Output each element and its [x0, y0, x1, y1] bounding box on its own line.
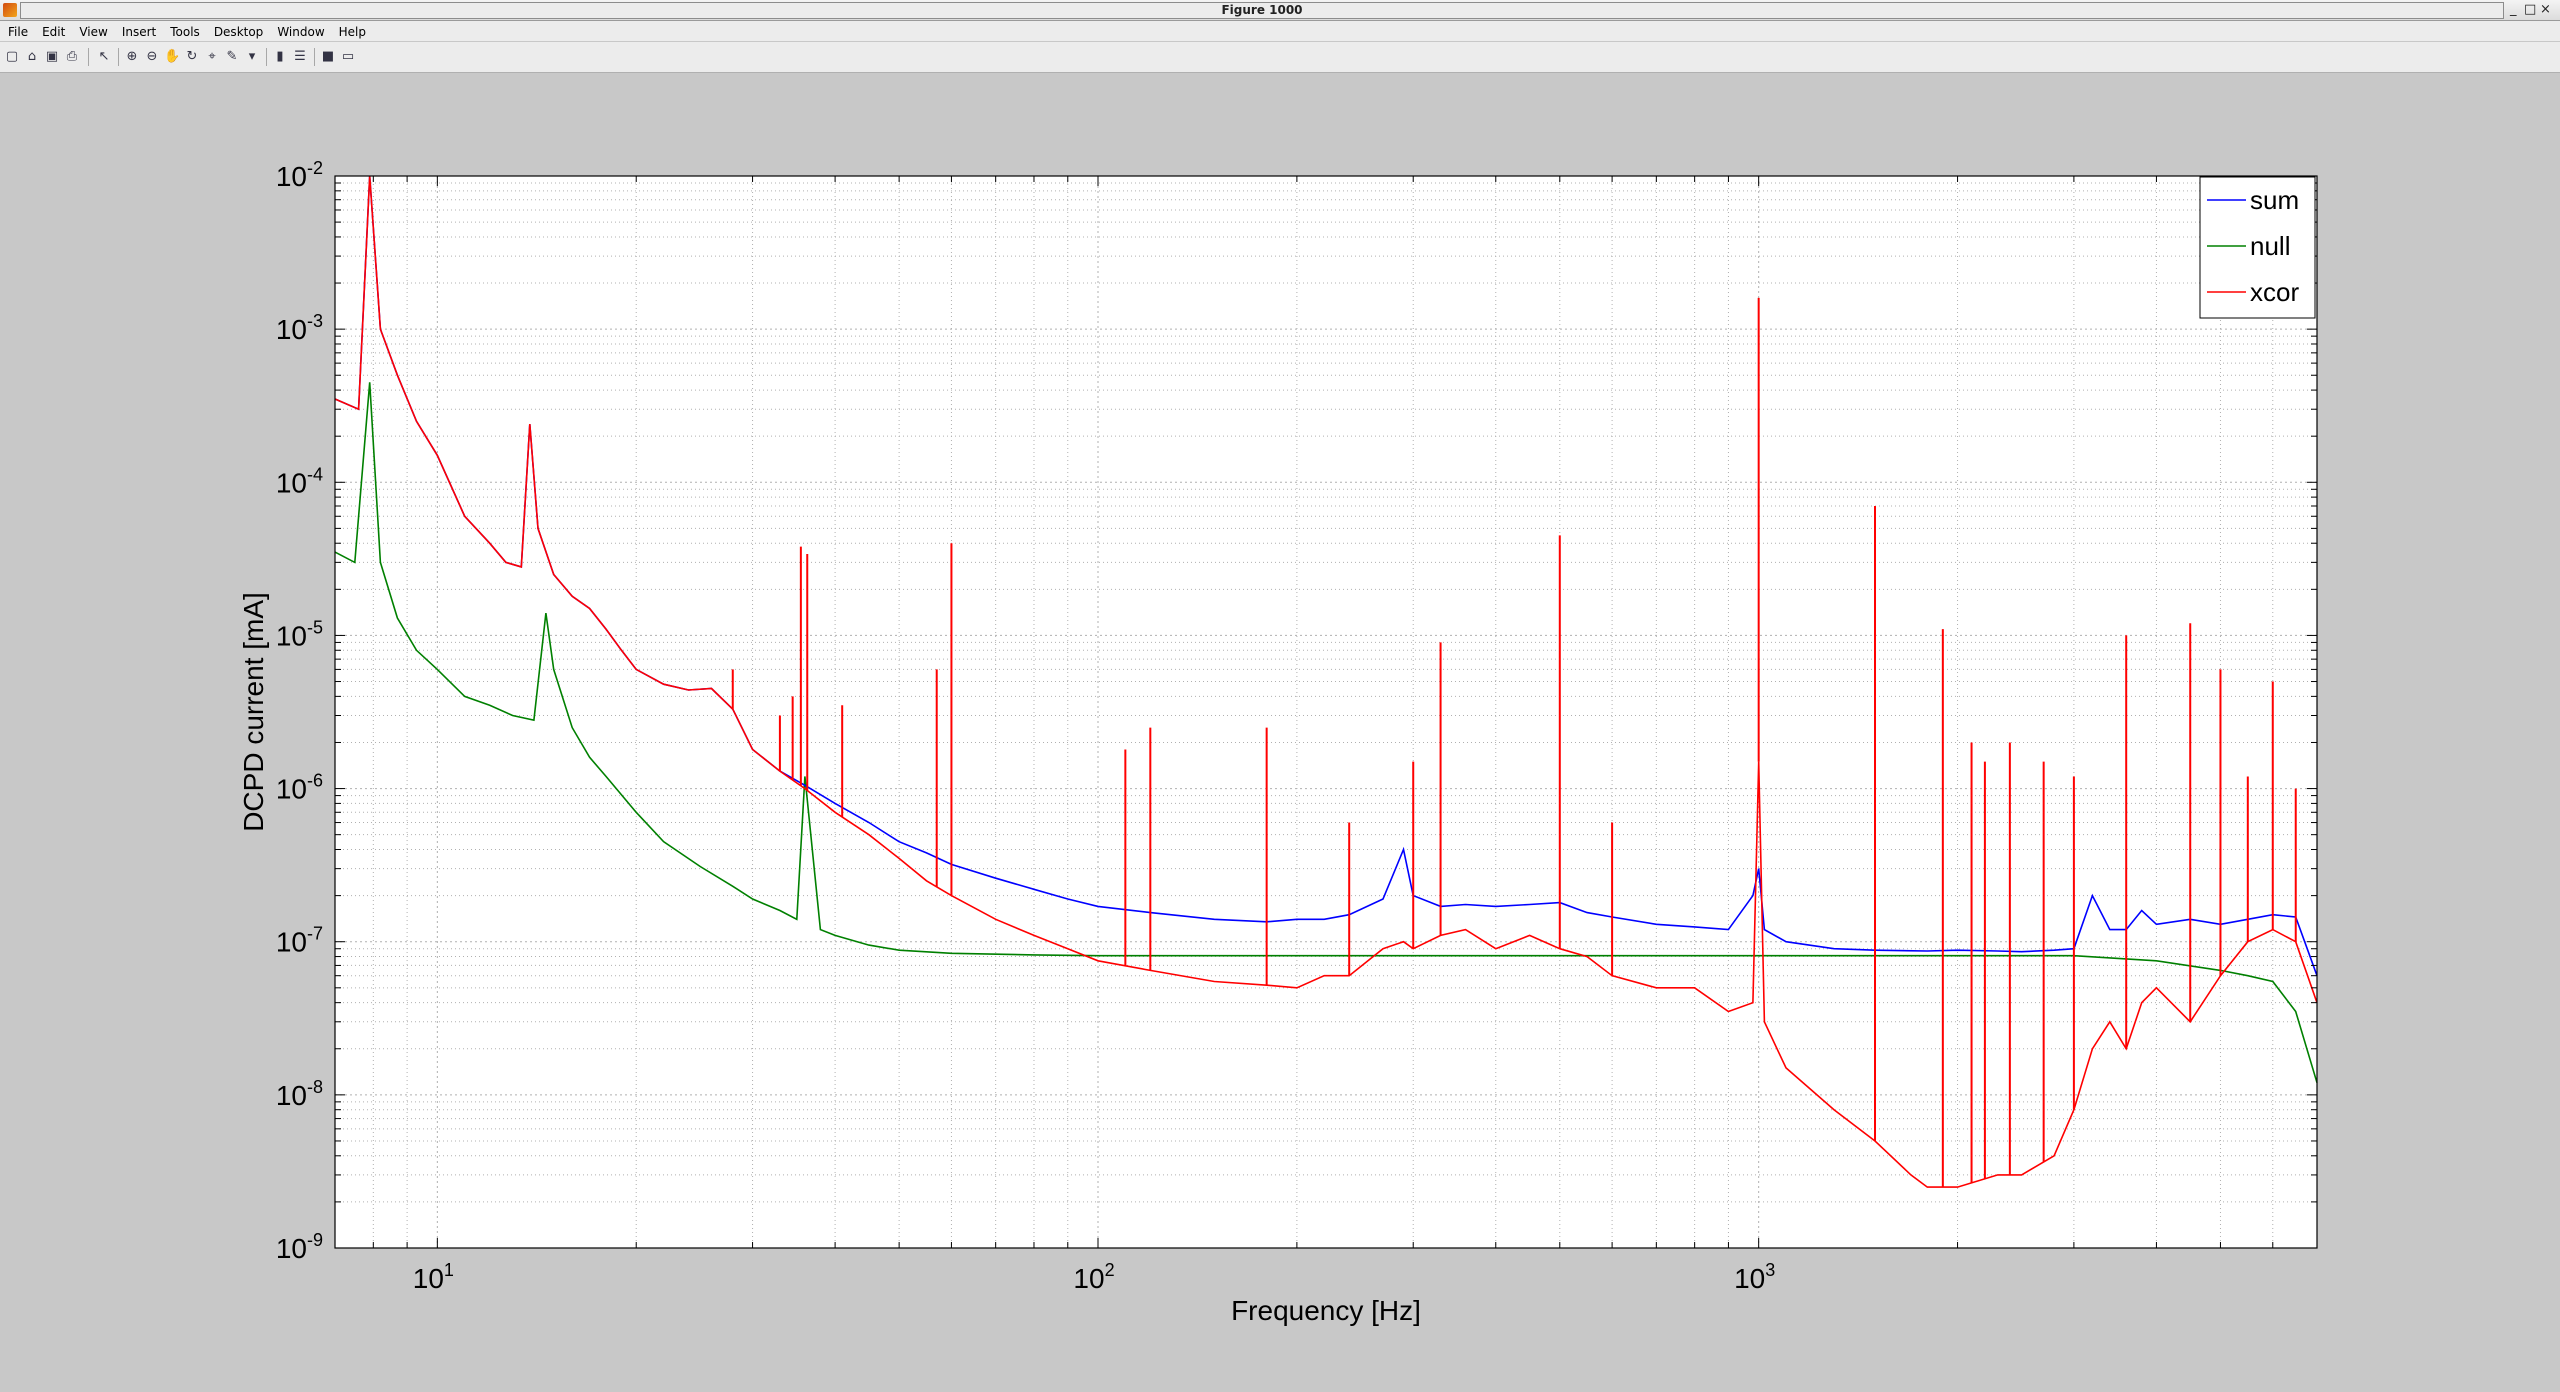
axes-background — [335, 176, 2317, 1248]
y-tick-label: 10-6 — [276, 771, 323, 805]
y-tick-label: 10-7 — [276, 924, 323, 958]
legend-label-null: null — [2250, 231, 2290, 261]
y-tick-label: 10-9 — [276, 1230, 323, 1264]
legend[interactable]: sum null xcor — [2199, 176, 2316, 319]
legend-label-sum: sum — [2250, 185, 2299, 215]
y-tick-label: 10-2 — [276, 158, 323, 192]
y-tick-label: 10-5 — [276, 617, 323, 651]
x-tick-label: 103 — [1734, 1260, 1775, 1294]
x-axis-label: Frequency [Hz] — [1231, 1295, 1421, 1326]
y-tick-label: 10-8 — [276, 1077, 323, 1111]
y-axis-label: DCPD current [mA] — [238, 592, 269, 832]
x-tick-label: 102 — [1073, 1260, 1114, 1294]
figure-canvas[interactable]: 101 102 103 10-9 10-8 10-7 10-6 10-5 10-4 10-3 10-… — [0, 0, 2560, 1392]
y-tick-label: 10-3 — [276, 311, 323, 345]
legend-label-xcor: xcor — [2250, 277, 2299, 307]
x-tick-label: 101 — [413, 1260, 454, 1294]
y-tick-label: 10-4 — [276, 464, 323, 498]
